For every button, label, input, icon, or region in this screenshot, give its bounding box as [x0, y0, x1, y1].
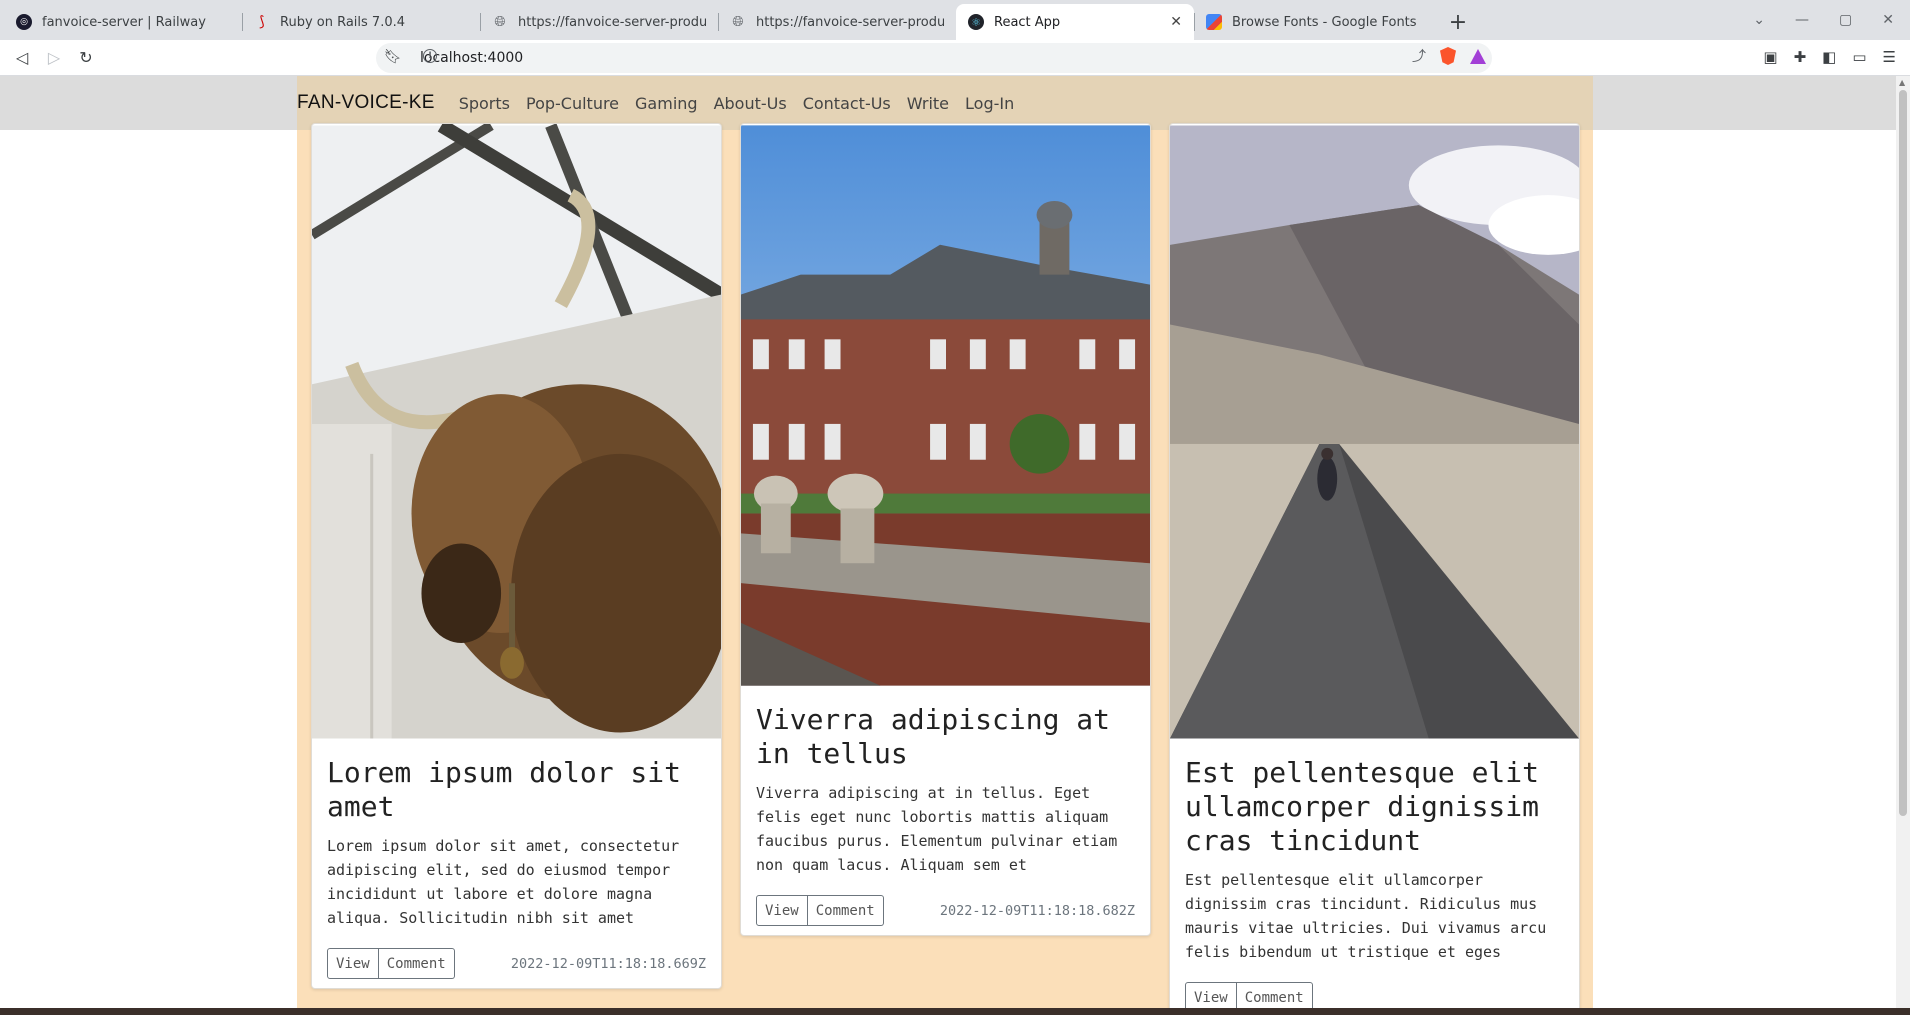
scrollbar-thumb[interactable]	[1899, 90, 1907, 816]
highland-cow-photo[interactable]	[312, 124, 721, 740]
card-body: Viverra adipiscing at in tellus Viverra …	[741, 687, 1150, 926]
scroll-up-icon[interactable]: ▲	[1899, 78, 1905, 87]
tab-fanvoice-server-2[interactable]: 🌐︎ https://fanvoice-server-productio	[718, 4, 956, 40]
nav-write[interactable]: Write	[907, 94, 949, 113]
close-tab-icon[interactable]: ✕	[1170, 14, 1182, 30]
tab-title: fanvoice-server | Railway	[42, 14, 206, 30]
site-brand[interactable]: FAN-VOICE-KE	[297, 92, 435, 114]
wallet-icon[interactable]: ▭	[1852, 48, 1866, 66]
card-actions: View Comment	[756, 895, 884, 926]
card-title: Est pellentesque elit ullamcorper dignis…	[1185, 756, 1540, 857]
article-card: Lorem ipsum dolor sit amet Lorem ipsum d…	[311, 123, 722, 989]
tab-title: https://fanvoice-server-productio	[756, 14, 944, 30]
nav-contact-us[interactable]: Contact-Us	[803, 94, 891, 113]
tab-title: Browse Fonts - Google Fonts	[1232, 14, 1417, 30]
browser-toolbar: ◁ ▷ ↻ localhost:4000 🔖︎ ! ⤴ ▣ ✚ ◧ ▭ ☰	[0, 40, 1910, 76]
card-text: Lorem ipsum dolor sit amet, consectetur …	[327, 837, 680, 927]
card-timestamp: 2022-12-09T11:18:18.682Z	[939, 902, 1135, 919]
tab-rails[interactable]: ⟆ Ruby on Rails 7.0.4	[242, 4, 480, 40]
nav-about-us[interactable]: About-Us	[714, 94, 787, 113]
google-fonts-icon	[1206, 14, 1222, 30]
card-text: Viverra adipiscing at in tellus. Eget fe…	[756, 784, 1118, 874]
site-navbar: FAN-VOICE-KE Sports Pop-Culture Gaming A…	[297, 76, 1593, 130]
card-footer: View Comment 2022-12-09T11:18:18.669Z	[327, 948, 706, 979]
omnibox-actions: ⤴	[1412, 46, 1486, 66]
site-info-icon[interactable]: !	[423, 49, 437, 63]
card-body: Lorem ipsum dolor sit amet Lorem ipsum d…	[312, 740, 721, 979]
card-actions: View Comment	[1185, 982, 1313, 1008]
comment-button[interactable]: Comment	[378, 948, 455, 979]
view-button[interactable]: View	[327, 948, 379, 979]
manor-house-photo[interactable]	[741, 124, 1150, 687]
tab-react-app[interactable]: ⚛ React App ✕	[956, 4, 1194, 40]
card-title: Viverra adipiscing at in tellus	[756, 703, 1111, 770]
tab-search-icon[interactable]: ⌄	[1753, 12, 1765, 28]
tab-title: Ruby on Rails 7.0.4	[280, 14, 406, 30]
page-scrollbar[interactable]: ▲	[1896, 76, 1910, 1008]
view-button[interactable]: View	[756, 895, 808, 926]
browser-window: ◎ fanvoice-server | Railway ⟆ Ruby on Ra…	[0, 0, 1910, 1008]
puzzle-icon[interactable]: ✚	[1794, 48, 1807, 66]
address-bar[interactable]: localhost:4000	[376, 43, 1492, 73]
share-icon[interactable]: ⤴	[1412, 46, 1426, 66]
card-footer: View Comment 2022-12-09T11:18:18.682Z	[756, 895, 1135, 926]
card-title: Lorem ipsum dolor sit amet	[327, 756, 682, 823]
article-card: Est pellentesque elit ullamcorper dignis…	[1169, 123, 1580, 1008]
page-viewport: FAN-VOICE-KE Sports Pop-Culture Gaming A…	[0, 76, 1896, 1008]
comment-button[interactable]: Comment	[807, 895, 884, 926]
nav-pop-culture[interactable]: Pop-Culture	[526, 94, 619, 113]
brave-shields-icon[interactable]	[1440, 47, 1456, 65]
sidebar-icon[interactable]: ◧	[1822, 48, 1836, 66]
brave-rewards-icon[interactable]	[1470, 48, 1486, 64]
view-button[interactable]: View	[1185, 982, 1237, 1008]
new-tab-button[interactable]: +	[1442, 4, 1474, 40]
nav-log-in[interactable]: Log-In	[965, 94, 1014, 113]
bookmark-icon[interactable]: 🔖︎	[384, 49, 402, 65]
card-timestamp: 2022-12-09T11:18:18.669Z	[510, 955, 706, 972]
article-card: Viverra adipiscing at in tellus Viverra …	[740, 123, 1151, 936]
mountain-road-motorcycle-photo[interactable]	[1170, 124, 1579, 740]
extension-icons: ▣ ✚ ◧ ▭ ☰	[1763, 48, 1896, 66]
minimize-icon[interactable]: —	[1795, 12, 1809, 28]
nav-sports[interactable]: Sports	[459, 94, 510, 113]
globe-icon: 🌐︎	[494, 14, 506, 30]
maximize-icon[interactable]: ▢	[1839, 12, 1852, 28]
nav-gaming[interactable]: Gaming	[635, 94, 698, 113]
comment-button[interactable]: Comment	[1236, 982, 1313, 1008]
globe-icon: 🌐︎	[732, 14, 744, 30]
card-text: Est pellentesque elit ullamcorper dignis…	[1185, 871, 1547, 961]
react-icon: ⚛	[968, 14, 984, 30]
card-footer: View Comment	[1185, 982, 1564, 1008]
railway-icon: ◎	[16, 14, 32, 30]
rails-icon: ⟆	[259, 14, 265, 30]
tab-google-fonts[interactable]: Browse Fonts - Google Fonts	[1194, 4, 1432, 40]
tab-railway[interactable]: ◎ fanvoice-server | Railway	[4, 4, 242, 40]
tab-fanvoice-server-1[interactable]: 🌐︎ https://fanvoice-server-productio	[480, 4, 718, 40]
card-actions: View Comment	[327, 948, 455, 979]
menu-icon[interactable]: ☰	[1883, 48, 1896, 66]
forward-button[interactable]: ▷	[38, 42, 70, 74]
extension-icon[interactable]: ▣	[1763, 48, 1777, 66]
tab-title: React App	[994, 14, 1061, 30]
close-window-icon[interactable]: ✕	[1882, 12, 1894, 28]
card-body: Est pellentesque elit ullamcorper dignis…	[1170, 740, 1579, 1008]
tab-title: https://fanvoice-server-productio	[518, 14, 706, 30]
back-button[interactable]: ◁	[6, 42, 38, 74]
tab-strip: ◎ fanvoice-server | Railway ⟆ Ruby on Ra…	[0, 0, 1910, 40]
reload-button[interactable]: ↻	[70, 42, 102, 74]
window-controls: ⌄ — ▢ ✕	[1753, 6, 1894, 34]
